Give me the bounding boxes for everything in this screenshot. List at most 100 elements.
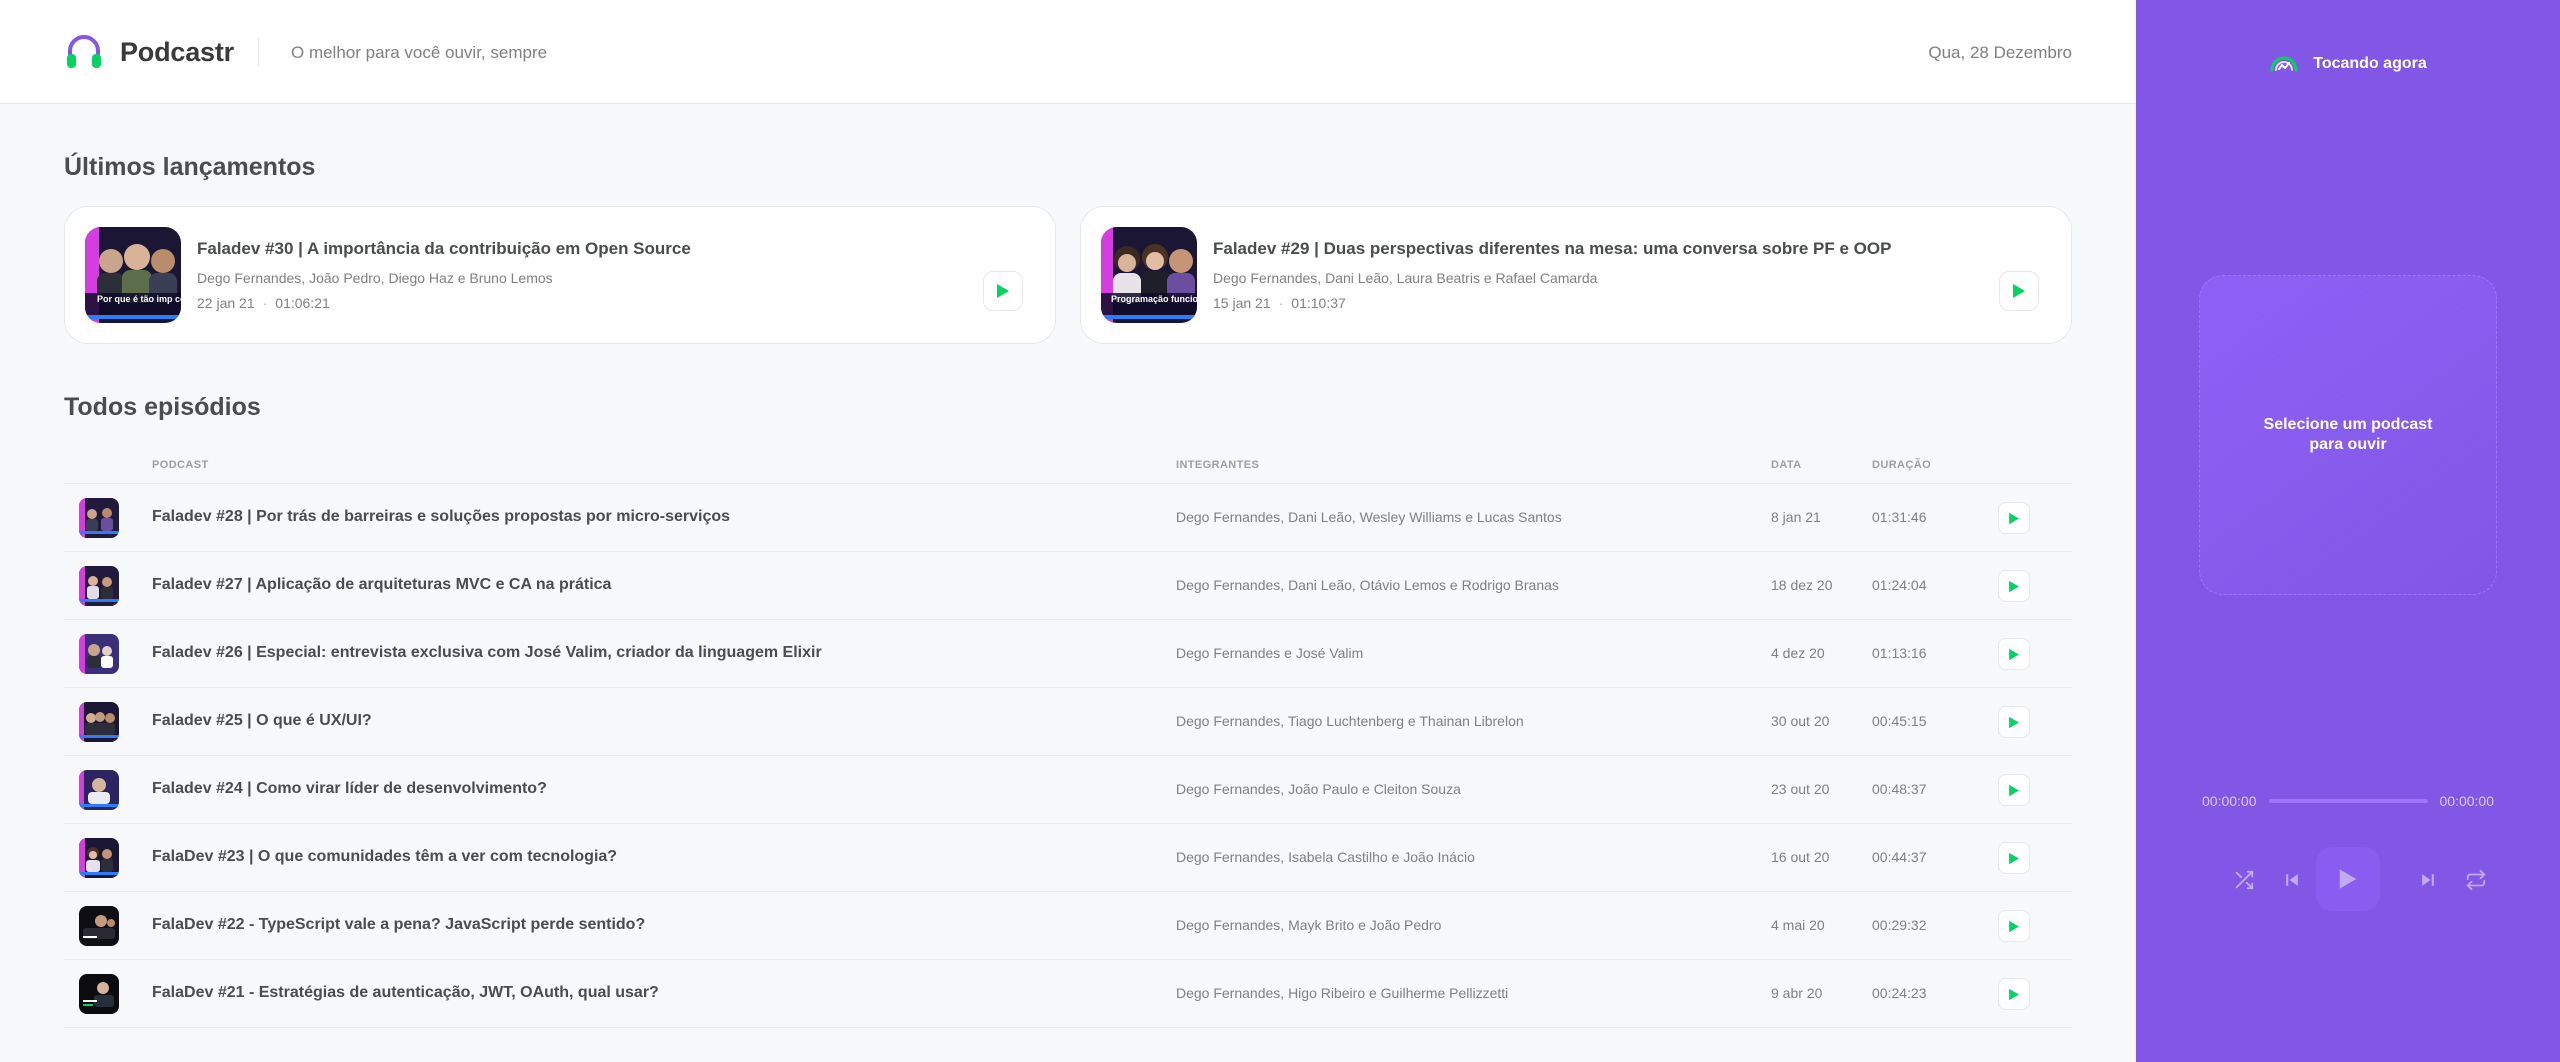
episode-members: Dego Fernandes, Dani Leão, Wesley Willia… (1176, 509, 1562, 525)
current-date: Qua, 28 Dezembro (1928, 43, 2072, 62)
play-button[interactable] (983, 271, 1023, 311)
column-header-duration: Duração (1872, 459, 1932, 471)
play-button[interactable] (1998, 706, 2030, 738)
episode-duration: 01:06:21 (275, 295, 330, 311)
episode-date: 9 abr 20 (1771, 985, 1823, 1001)
episode-members: Dego Fernandes, Dani Leão, Laura Beatris… (1213, 270, 1598, 286)
table-row[interactable]: Faladev #28 | Por trás de barreiras e so… (64, 484, 2072, 552)
app-tagline: O melhor para você ouvir, sempre (291, 43, 548, 62)
episode-date: 30 out 20 (1771, 713, 1830, 729)
episode-meta: 22 jan 21 · 01:06:21 (197, 295, 330, 311)
episodes-table: Podcast Integrantes Data Duração Faladev… (64, 450, 2072, 1028)
episode-duration: 01:31:46 (1872, 509, 1927, 525)
headphones-icon (67, 35, 101, 68)
episode-title[interactable]: Faladev #25 | O que é UX/UI? (152, 712, 372, 730)
play-button[interactable] (1998, 502, 2030, 534)
episode-members: Dego Fernandes, Higo Ribeiro e Guilherme… (1176, 985, 1509, 1001)
next-button[interactable] (2416, 868, 2440, 892)
main-content: Podcastr O melhor para você ouvir, sempr… (0, 0, 2136, 1062)
progress-area: 00:00:00 00:00:00 (2202, 789, 2494, 813)
player-sidebar: Tocando agora Selecione um podcast para … (2136, 0, 2560, 1062)
episode-title[interactable]: Faladev #30 | A importância da contribui… (197, 239, 691, 259)
column-header-members: Integrantes (1176, 459, 1260, 471)
episode-thumbnail[interactable] (79, 702, 119, 742)
playing-now-icon (2270, 56, 2298, 72)
episode-duration: 00:48:37 (1872, 781, 1927, 797)
play-icon (2009, 920, 2019, 932)
table-row[interactable]: FalaDev #23 | O que comunidades têm a ve… (64, 824, 2072, 892)
episode-meta: 15 jan 21 · 01:10:37 (1213, 295, 1346, 311)
column-header-podcast: Podcast (152, 459, 209, 471)
episode-duration: 00:29:32 (1872, 917, 1927, 933)
episode-duration: 01:24:04 (1872, 577, 1927, 593)
latest-episode-card[interactable]: Programação funcio devs orientados a Fal… (1080, 206, 2072, 344)
episode-members: Dego Fernandes, João Pedro, Diego Haz e … (197, 270, 553, 286)
play-icon (997, 284, 1009, 298)
table-row[interactable]: FalaDev #22 - TypeScript vale a pena? Ja… (64, 892, 2072, 960)
repeat-button[interactable] (2464, 868, 2488, 892)
thumbnail-caption: Por que é tão imp contribuir em Open S (97, 295, 181, 304)
empty-player-card: Selecione um podcast para ouvir (2199, 275, 2497, 595)
play-button[interactable] (1998, 910, 2030, 942)
latest-episode-card[interactable]: Por que é tão imp contribuir em Open S F… (64, 206, 1056, 344)
episode-title[interactable]: Faladev #27 | Aplicação de arquiteturas … (152, 576, 611, 594)
meta-separator: · (1278, 295, 1284, 311)
episode-thumbnail[interactable] (79, 838, 119, 878)
previous-icon (2286, 874, 2298, 886)
play-button[interactable] (1998, 978, 2030, 1010)
table-row[interactable]: Faladev #25 | O que é UX/UI? Dego Fernan… (64, 688, 2072, 756)
table-row[interactable]: Faladev #24 | Como virar líder de desenv… (64, 756, 2072, 824)
episode-thumbnail[interactable] (79, 770, 119, 810)
table-row[interactable]: FalaDev #21 - Estratégias de autenticaçã… (64, 960, 2072, 1028)
header-divider (258, 38, 259, 66)
play-icon (2009, 580, 2019, 592)
play-icon (2009, 988, 2019, 1000)
episode-date: 8 jan 21 (1771, 509, 1821, 525)
episode-title[interactable]: Faladev #28 | Por trás de barreiras e so… (152, 508, 730, 526)
episode-thumbnail[interactable] (79, 906, 119, 946)
progress-slider[interactable] (2268, 799, 2428, 803)
episode-title[interactable]: Faladev #24 | Como virar líder de desenv… (152, 780, 547, 798)
play-icon (2009, 648, 2019, 660)
play-button[interactable] (1998, 570, 2030, 602)
episode-date: 16 out 20 (1771, 849, 1830, 865)
episode-members: Dego Fernandes, Tiago Luchtenberg e Thai… (1176, 713, 1524, 729)
player-header: Tocando agora (2136, 52, 2560, 76)
play-button[interactable] (1998, 638, 2030, 670)
table-row[interactable]: Faladev #27 | Aplicação de arquiteturas … (64, 552, 2072, 620)
play-icon (2009, 512, 2019, 524)
previous-button[interactable] (2280, 868, 2304, 892)
meta-separator: · (262, 295, 268, 311)
column-header-date: Data (1771, 459, 1802, 471)
episode-date: 23 out 20 (1771, 781, 1830, 797)
latest-section-title: Últimos lançamentos (64, 153, 316, 181)
episode-thumbnail[interactable] (79, 498, 119, 538)
play-pause-button[interactable] (2316, 847, 2380, 911)
play-button[interactable] (1998, 774, 2030, 806)
shuffle-button[interactable] (2232, 868, 2256, 892)
episode-thumbnail[interactable] (79, 634, 119, 674)
play-button[interactable] (1999, 271, 2039, 311)
player-heading: Tocando agora (2313, 55, 2427, 72)
play-button[interactable] (1998, 842, 2030, 874)
total-time: 00:00:00 (2439, 793, 2495, 809)
episode-thumbnail[interactable]: Por que é tão imp contribuir em Open S (85, 227, 181, 323)
episode-members: Dego Fernandes, João Paulo e Cleiton Sou… (1176, 781, 1461, 797)
episode-title[interactable]: Faladev #26 | Especial: entrevista exclu… (152, 644, 822, 662)
episode-title[interactable]: FalaDev #23 | O que comunidades têm a ve… (152, 848, 617, 866)
episode-members: Dego Fernandes, Dani Leão, Otávio Lemos … (1176, 577, 1559, 593)
episode-thumbnail[interactable] (79, 566, 119, 606)
episode-title[interactable]: FalaDev #22 - TypeScript vale a pena? Ja… (152, 916, 645, 934)
table-row[interactable]: Faladev #26 | Especial: entrevista exclu… (64, 620, 2072, 688)
play-icon (2339, 869, 2357, 889)
shuffle-icon (2235, 870, 2254, 890)
episode-date: 15 jan 21 (1213, 295, 1271, 311)
player-controls (2136, 847, 2560, 913)
episode-members: Dego Fernandes e José Valim (1176, 645, 1364, 661)
app-brand: Podcastr (120, 37, 234, 67)
episode-thumbnail[interactable] (79, 974, 119, 1014)
episode-thumbnail[interactable]: Programação funcio devs orientados a (1101, 227, 1197, 323)
episode-title[interactable]: Faladev #29 | Duas perspectivas diferent… (1213, 239, 1891, 259)
episode-duration: 00:45:15 (1872, 713, 1927, 729)
episode-title[interactable]: FalaDev #21 - Estratégias de autenticaçã… (152, 984, 659, 1002)
